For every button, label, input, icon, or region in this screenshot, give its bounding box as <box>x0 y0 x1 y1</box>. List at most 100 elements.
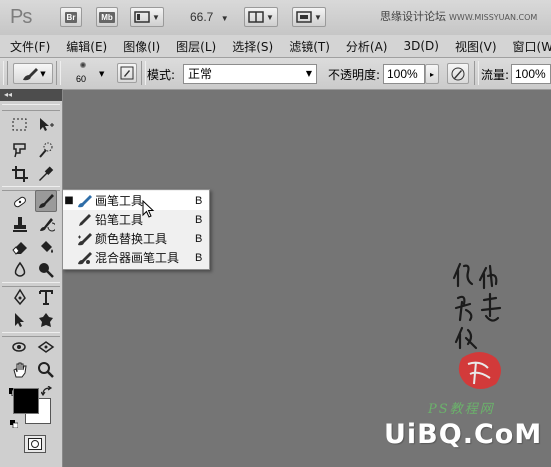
chevron-down-icon: ▼ <box>314 12 322 22</box>
shortcut-key: B <box>195 194 203 207</box>
brush-panel-icon <box>120 66 134 80</box>
history-brush-tool[interactable] <box>35 213 57 235</box>
flyout-item-pencil[interactable]: 铅笔工具 B <box>63 210 209 229</box>
eraser-tool[interactable] <box>9 236 31 258</box>
brush-tool[interactable] <box>35 190 57 212</box>
spot-healing-tool[interactable] <box>9 191 31 213</box>
options-bar: ▼ 60 ▼ 模式: 正常 ▼ 不透明度: 100% ▸ 流量: 100% <box>0 58 551 90</box>
mixer-brush-icon <box>75 250 95 266</box>
foreground-color-swatch[interactable] <box>13 388 39 414</box>
menu-view[interactable]: 视图(V) <box>455 38 497 55</box>
move-icon <box>40 118 54 131</box>
launch-mini-bridge-button[interactable]: Mb <box>96 7 118 27</box>
menu-image[interactable]: 图像(I) <box>123 38 160 55</box>
move-tool[interactable] <box>35 114 57 136</box>
site-watermark-url: WWW.MISSYUAN.COM <box>449 13 538 22</box>
blur-tool[interactable] <box>9 259 31 281</box>
flyout-item-mixer-brush[interactable]: 混合器画笔工具 B <box>63 248 209 267</box>
brush-preset-picker[interactable]: 60 ▼ <box>72 60 108 88</box>
brush-size-value: 60 <box>76 74 87 84</box>
hand-icon <box>13 362 27 378</box>
menu-layer[interactable]: 图层(L) <box>176 38 216 55</box>
pressure-opacity-button[interactable] <box>447 63 469 84</box>
brush-icon <box>39 194 54 208</box>
opacity-input[interactable]: 100% <box>383 64 425 84</box>
view-extras-icon <box>134 11 150 23</box>
crop-icon <box>12 166 28 182</box>
crop-tool[interactable] <box>9 163 31 185</box>
quick-mask-button[interactable] <box>24 435 46 453</box>
menu-window[interactable]: 窗口(W) <box>513 38 551 55</box>
brush-icon <box>75 193 95 209</box>
toggle-brush-panel-button[interactable] <box>117 63 137 83</box>
hand-tool[interactable] <box>9 359 31 381</box>
chevron-down-icon: ▼ <box>40 69 46 78</box>
shortcut-key: B <box>195 213 203 226</box>
pen-tool[interactable] <box>9 286 31 308</box>
opacity-label: 不透明度: <box>328 68 381 82</box>
quick-selection-tool[interactable] <box>35 139 57 161</box>
panel-grip[interactable] <box>2 104 60 111</box>
marquee-tool[interactable] <box>9 114 31 136</box>
zoom-value: 66.7 <box>190 10 214 24</box>
arrange-documents-button[interactable]: ▼ <box>244 7 278 27</box>
options-grip <box>3 61 8 85</box>
flow-input[interactable]: 100% <box>511 64 551 84</box>
brush-tip-preview <box>80 62 86 68</box>
chevron-down-icon: ▼ <box>266 12 274 22</box>
view-extras-button[interactable]: ▼ <box>130 7 164 27</box>
zoom-level[interactable]: 66.7 ▼ <box>190 10 229 24</box>
launch-bridge-button[interactable]: Br <box>60 7 82 27</box>
tools-panel: ◂◂ <box>0 89 63 467</box>
menu-file[interactable]: 文件(F) <box>10 38 50 55</box>
brush-icon <box>23 67 39 80</box>
eyedropper-icon <box>39 166 54 181</box>
menu-edit[interactable]: 编辑(E) <box>66 38 107 55</box>
opacity-value: 100% <box>387 67 418 81</box>
path-selection-tool[interactable] <box>9 309 31 331</box>
screen-mode-button[interactable]: ▼ <box>292 7 326 27</box>
paint-bucket-icon <box>41 241 53 253</box>
swap-colors-icon[interactable] <box>40 385 55 397</box>
rectangular-marquee-icon <box>12 118 27 131</box>
blend-mode-select[interactable]: 正常 ▼ <box>183 64 317 84</box>
menu-analysis[interactable]: 分析(A) <box>346 38 388 55</box>
chevron-down-icon: ▼ <box>305 69 312 78</box>
panel-collapse-button[interactable]: ◂◂ <box>0 89 62 101</box>
quick-mask-icon <box>28 438 42 450</box>
menu-select[interactable]: 选择(S) <box>232 38 273 55</box>
lasso-icon <box>13 143 26 158</box>
opacity-slider-toggle[interactable]: ▸ <box>425 64 439 84</box>
menu-bar: 文件(F) 编辑(E) 图像(I) 图层(L) 选择(S) 滤镜(T) 分析(A… <box>0 35 551 58</box>
bandage-icon <box>14 196 26 208</box>
dodge-tool[interactable] <box>35 259 57 281</box>
clone-stamp-tool[interactable] <box>9 213 31 235</box>
3d-orbit-tool[interactable] <box>35 336 57 358</box>
custom-shape-tool[interactable] <box>35 309 57 331</box>
menu-filter[interactable]: 滤镜(T) <box>289 38 330 55</box>
eyedropper-tool[interactable] <box>35 163 57 185</box>
flyout-item-color-replacement[interactable]: 颜色替换工具 B <box>63 229 209 248</box>
lasso-tool[interactable] <box>9 139 31 161</box>
flyout-item-label: 混合器画笔工具 <box>95 251 180 265</box>
zoom-tool[interactable] <box>35 359 57 381</box>
tool-preset-picker[interactable]: ▼ <box>13 63 53 84</box>
uibq-brand-logo: UiBQ.CoM <box>384 419 543 450</box>
chevron-down-icon: ▼ <box>152 12 160 22</box>
site-watermark-text: 思缘设计论坛 <box>380 10 446 23</box>
3d-rotate-icon <box>12 342 26 352</box>
default-colors-small-icon[interactable] <box>10 417 19 429</box>
mini-bridge-label: Mb <box>99 11 115 23</box>
paint-bucket-tool[interactable] <box>35 236 57 258</box>
color-replacement-icon <box>75 231 95 247</box>
eraser-icon <box>12 242 27 255</box>
magnifier-round-icon <box>39 263 54 278</box>
flyout-item-brush[interactable]: ■ 画笔工具 B <box>63 191 209 210</box>
flyout-item-label: 颜色替换工具 <box>95 232 168 246</box>
separator <box>141 61 146 85</box>
screen-mode-icon <box>296 11 312 23</box>
stamp-icon <box>13 217 27 232</box>
3d-rotate-tool[interactable] <box>9 336 31 358</box>
type-tool[interactable] <box>35 286 57 308</box>
menu-3d[interactable]: 3D(D) <box>403 39 438 53</box>
